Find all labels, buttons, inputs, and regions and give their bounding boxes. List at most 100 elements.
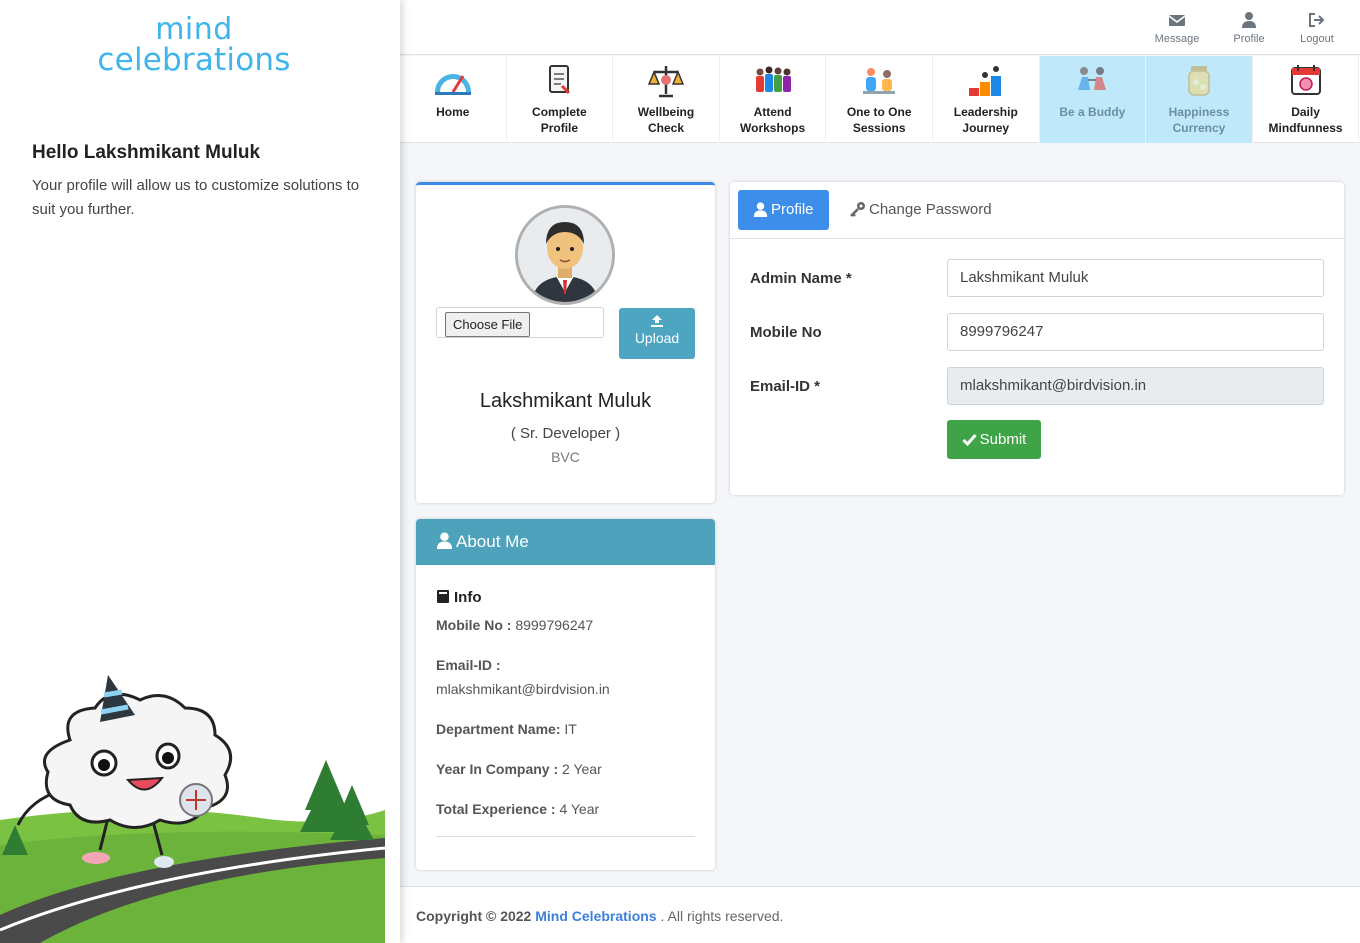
calendar-brain-icon (1290, 65, 1321, 95)
check-icon (962, 434, 977, 447)
avatar (515, 205, 615, 305)
about-year-label: Year In Company : (436, 761, 559, 777)
top-bar: Message Profile Logout (400, 0, 1360, 55)
tab-change-password-label: Change Password (869, 201, 992, 218)
conversation-icon (863, 68, 896, 94)
logout-label: Logout (1300, 33, 1334, 45)
about-mobile: Mobile No : 8999796247 (436, 613, 695, 637)
footer-rights: . All rights reserved. (660, 908, 784, 924)
about-me-header: About Me (416, 519, 715, 565)
mobile-label: Mobile No (750, 324, 822, 341)
submit-label: Submit (979, 431, 1027, 448)
footer-brand-link[interactable]: Mind Celebrations (535, 908, 656, 924)
buddy-icon (1078, 67, 1107, 90)
footer: Copyright © 2022 Mind Celebrations . All… (400, 886, 1360, 943)
nav-complete-profile[interactable]: Complete Profile (507, 56, 614, 143)
nav-one-to-one-sessions[interactable]: One to One Sessions (826, 56, 933, 143)
about-email: Email-ID : (436, 653, 695, 677)
nav-home[interactable]: Home (400, 56, 507, 143)
footer-copyright: Copyright © 2022 (416, 908, 532, 924)
file-input[interactable]: Choose File (436, 307, 604, 338)
admin-name-input[interactable]: Lakshmikant Muluk (947, 259, 1324, 297)
book-icon (437, 590, 449, 603)
about-divider (436, 836, 695, 837)
message-link[interactable]: Message (1147, 10, 1207, 45)
steps-icon (968, 66, 1001, 96)
balance-scale-icon (647, 66, 685, 98)
nav-wellbeing-check-label: Wellbeing Check (637, 105, 695, 135)
sidebar: mind celebrations Hello Lakshmikant Mulu… (0, 0, 400, 943)
about-experience: Total Experience : 4 Year (436, 797, 695, 821)
upload-icon (651, 315, 663, 327)
tab-change-password[interactable]: Change Password (834, 190, 1007, 230)
user-icon (753, 202, 768, 217)
nav-one-to-one-sessions-label: One to One Sessions (846, 105, 912, 135)
about-year: Year In Company : 2 Year (436, 757, 695, 781)
about-me-body: Info Mobile No : 8999796247 Email-ID : m… (416, 565, 715, 837)
clipboard-icon (549, 65, 571, 95)
mind-celebrations-logo[interactable]: mind celebrations (84, 14, 304, 76)
about-me-card: About Me Info Mobile No : 8999796247 Ema… (416, 519, 715, 870)
envelope-icon (1168, 15, 1186, 26)
submit-button[interactable]: Submit (947, 420, 1041, 459)
key-icon (850, 202, 865, 217)
admin-name-label: Admin Name * (750, 270, 852, 287)
avatar-illustration (518, 208, 612, 302)
profile-card: Choose File Upload Lakshmikant Muluk ( S… (416, 182, 715, 503)
about-department-label: Department Name: (436, 721, 561, 737)
logo-line1: mind (155, 12, 233, 47)
nav-daily-mindfunness-label: Daily Mindfunness (1268, 105, 1343, 135)
upload-label: Upload (634, 330, 680, 346)
message-label: Message (1154, 33, 1200, 45)
user-icon (436, 532, 453, 549)
profile-org: BVC (551, 449, 580, 465)
nav-home-label: Home (436, 105, 470, 119)
profile-link[interactable]: Profile (1219, 10, 1279, 45)
profile-form-card: Profile Change Password Admin Name * Lak… (730, 182, 1344, 495)
nav-happiness-currency-label: Happiness Currency (1168, 105, 1230, 135)
sidebar-subtitle: Your profile will allow us to customize … (32, 177, 360, 218)
nav-daily-mindfunness[interactable]: Daily Mindfunness (1253, 56, 1360, 143)
about-year-value: 2 Year (562, 761, 602, 777)
profile-role: ( Sr. Developer ) (510, 425, 621, 442)
nav-happiness-currency[interactable]: Happiness Currency (1146, 56, 1253, 143)
sign-out-icon (1309, 13, 1325, 27)
about-mobile-label: Mobile No : (436, 617, 512, 633)
tab-profile-label: Profile (771, 201, 814, 218)
about-email-value: mlakshmikant@birdvision.in (436, 681, 610, 697)
nav-wellbeing-check[interactable]: Wellbeing Check (613, 56, 720, 143)
choose-file-button[interactable]: Choose File (445, 312, 531, 337)
nav-leadership-journey[interactable]: Leadership Journey (933, 56, 1040, 143)
upload-button[interactable]: Upload (619, 308, 695, 359)
nav-leadership-journey-label: Leadership Journey (953, 105, 1018, 135)
nav-attend-workshops[interactable]: Attend Workshops (720, 56, 827, 143)
nav-attend-workshops-label: Attend Workshops (740, 105, 806, 135)
info-heading: Info (436, 589, 695, 613)
email-input: mlakshmikant@birdvision.in (947, 367, 1324, 405)
mobile-input[interactable]: 8999796247 (947, 313, 1324, 351)
brain-mascot-illustration (0, 675, 386, 943)
email-label: Email-ID * (750, 378, 821, 395)
about-experience-label: Total Experience : (436, 801, 556, 817)
profile-name: Lakshmikant Muluk (479, 390, 652, 412)
greeting: Hello Lakshmikant Muluk (32, 142, 261, 163)
tab-profile[interactable]: Profile (738, 190, 829, 230)
about-me-title: About Me (456, 532, 529, 551)
nav-be-a-buddy[interactable]: Be a Buddy (1039, 56, 1147, 143)
about-department: Department Name: IT (436, 717, 695, 741)
logout-link[interactable]: Logout (1287, 10, 1347, 45)
nav-be-a-buddy-label: Be a Buddy (1059, 105, 1126, 119)
nav-complete-profile-label: Complete Profile (532, 105, 587, 135)
about-experience-value: 4 Year (559, 801, 600, 817)
main-nav: Home Complete Profile Wellbeing Check At… (400, 56, 1360, 143)
about-department-value: IT (564, 721, 577, 737)
info-title: Info (454, 589, 482, 606)
group-icon (755, 66, 791, 92)
about-mobile-value: 8999796247 (515, 617, 594, 633)
logo-line2: celebrations (97, 42, 291, 78)
about-email-label: Email-ID : (436, 657, 501, 673)
profile-label: Profile (1233, 33, 1265, 45)
speedometer-icon (434, 74, 471, 95)
jar-icon (1188, 66, 1210, 96)
form-tabs: Profile Change Password (730, 182, 1344, 239)
